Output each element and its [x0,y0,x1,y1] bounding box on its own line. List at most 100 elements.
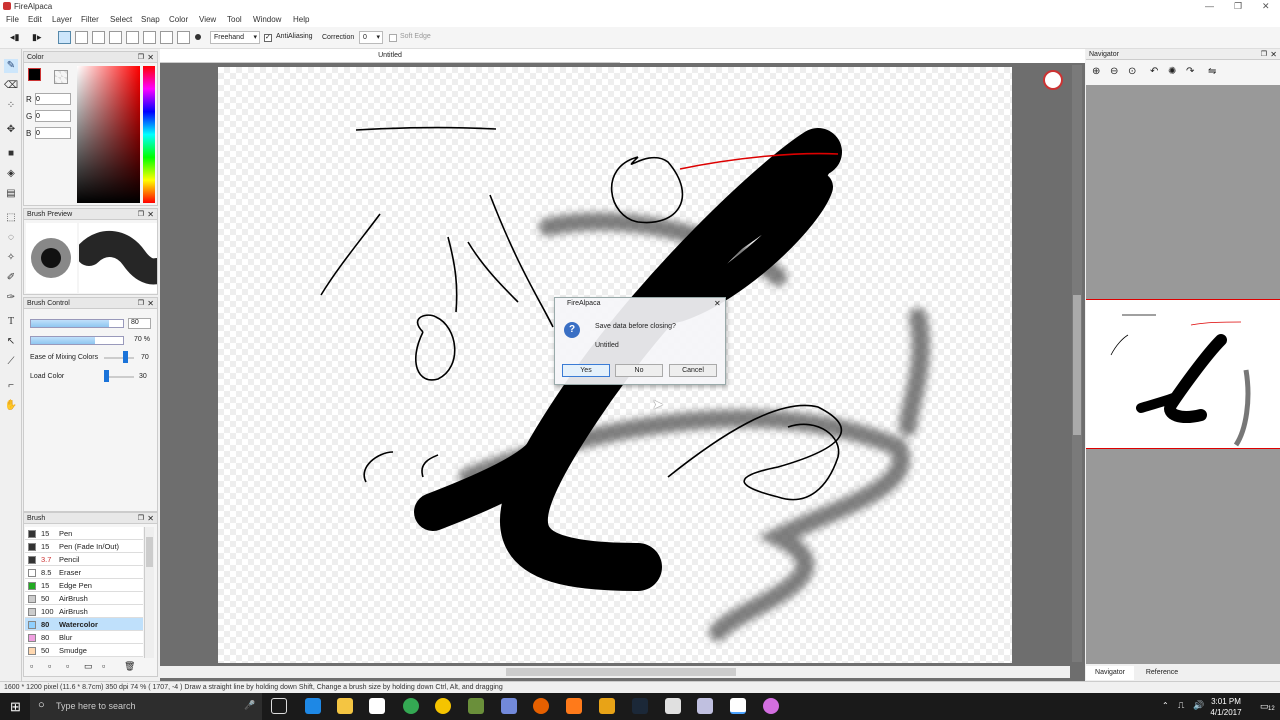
brush-item-airbrush-100[interactable]: 100 AirBrush [25,605,143,618]
brush-item-blur[interactable]: 80 Blur [25,631,143,644]
vertical-scrollbar[interactable] [1072,65,1082,662]
menu-color[interactable]: Color [169,15,188,24]
close-icon[interactable]: ✕ [147,513,154,524]
rotate-left-icon[interactable]: ↶ [1150,66,1158,77]
firefox-icon[interactable] [533,698,549,714]
g-input[interactable] [35,110,71,122]
menu-tool[interactable]: Tool [227,15,242,24]
close-icon[interactable]: ✕ [1270,49,1277,60]
clock-time[interactable]: 3:01 PM [1206,697,1246,706]
notepad-icon[interactable] [665,698,681,714]
flip-icon[interactable]: ⇋ [1208,66,1216,77]
restore-icon[interactable]: ❐ [138,298,144,309]
menu-help[interactable]: Help [293,15,309,24]
paint-icon[interactable] [697,698,713,714]
brush-item-pencil[interactable]: 3.7 Pencil [25,553,143,566]
b-input[interactable] [35,127,71,139]
dialog-close-button[interactable]: ✕ [714,299,721,308]
firealpaca-taskbar-icon[interactable] [730,698,746,714]
brush-shape-square-icon[interactable] [58,31,71,44]
brush-item-airbrush-50[interactable]: 50 AirBrush [25,592,143,605]
vlc-icon[interactable] [599,698,615,714]
tab-navigator[interactable]: Navigator [1086,666,1134,680]
tab-reference[interactable]: Reference [1138,666,1186,680]
brush-tool-icon[interactable]: ✎ [4,59,18,73]
brush-item-edge-pen[interactable]: 15 Edge Pen [25,579,143,592]
search-box[interactable]: ○ Type here to search 🎤 [30,693,262,720]
brush-shape-grid-icon[interactable] [92,31,105,44]
maximize-button[interactable]: ❐ [1234,1,1242,12]
menu-select[interactable]: Select [110,15,132,24]
volume-icon[interactable]: 🔊 [1193,700,1204,711]
brush-item-pen[interactable]: 15 Pen [25,527,143,540]
lasso-tool-icon[interactable]: ◌ [4,231,18,245]
minimize-button[interactable]: — [1205,1,1214,11]
restore-icon[interactable]: ❐ [138,209,144,220]
task-view-icon[interactable] [271,698,287,714]
close-icon[interactable]: ✕ [147,209,154,220]
bucket-tool-icon[interactable]: ◈ [4,167,18,181]
eyedropper-tool-icon[interactable]: ⌐ [4,379,18,393]
brush-item-smudge[interactable]: 50 Smudge [25,644,143,657]
edge-browser-icon[interactable] [305,698,321,714]
r-input[interactable] [35,93,71,105]
menu-window[interactable]: Window [253,15,281,24]
no-button[interactable]: No [615,364,663,377]
transparent-color-swatch[interactable] [54,70,68,84]
next-icon[interactable]: ▮▸ [32,32,41,43]
new-brush-icon[interactable]: ▫ [30,661,33,671]
horizontal-scrollbar[interactable] [160,666,1070,678]
operation-tool-icon[interactable]: ↖ [4,335,18,349]
brush-shape-wave-icon[interactable] [126,31,139,44]
zoom-in-icon[interactable]: ⊕ [1092,66,1100,77]
magic-wand-tool-icon[interactable]: ✧ [4,251,18,265]
folder-icon[interactable]: ▭ [84,661,93,672]
close-icon[interactable]: ✕ [147,52,154,63]
store-icon[interactable] [369,698,385,714]
brush-size-slider[interactable] [30,319,124,328]
yes-button[interactable]: Yes [562,364,610,377]
minecraft-icon[interactable] [468,698,484,714]
brush-list-scrollbar[interactable] [144,527,154,658]
tray-arrow-icon[interactable]: ⌃ [1162,701,1169,710]
hand-tool-icon[interactable]: ✋ [4,399,18,413]
rotate-right-icon[interactable]: ↷ [1186,66,1194,77]
brush-shape-lines-icon[interactable] [75,31,88,44]
clock-date[interactable]: 4/1/2017 [1206,708,1246,717]
select-eraser-tool-icon[interactable]: ✑ [4,291,18,305]
brush-shape-curve-icon[interactable] [160,31,173,44]
discord-icon[interactable] [501,698,517,714]
brush-item-eraser[interactable]: 8.5 Eraser [25,566,143,579]
trash-icon[interactable]: 🗑 [124,661,135,672]
gradient-tool-icon[interactable]: ▤ [4,187,18,201]
file-explorer-icon[interactable] [337,698,353,714]
windows-start-icon[interactable]: ⊞ [10,699,21,715]
select-pen-tool-icon[interactable]: ✐ [4,271,18,285]
soft-edge-checkbox[interactable] [389,34,397,42]
brush-shape-angle-icon[interactable] [177,31,190,44]
brush-shape-diagonal-icon[interactable] [109,31,122,44]
rotate-reset-icon[interactable]: ✺ [1168,66,1176,77]
fill-tool-icon[interactable]: ■ [4,147,18,161]
steam-icon[interactable] [632,698,648,714]
chrome-icon[interactable] [403,698,419,714]
menu-file[interactable]: File [6,15,19,24]
load-color-slider-thumb[interactable] [104,370,109,382]
divide-tool-icon[interactable]: ⟋ [4,355,18,369]
opacity-slider[interactable] [30,336,124,345]
document-tab[interactable]: Untitled [160,49,620,63]
brush-item-watercolor[interactable]: 80 Watercolor [25,618,143,631]
move-tool-icon[interactable]: ✥ [4,123,18,137]
primary-color-swatch[interactable] [28,68,41,81]
app-taskbar-icon[interactable] [763,698,779,714]
antialiasing-checkbox[interactable]: ✓ [264,34,272,42]
select-tool-icon[interactable]: ⬚ [4,211,18,225]
menu-snap[interactable]: Snap [141,15,160,24]
brush-copy-icon[interactable]: ▫ [66,661,69,671]
prev-icon[interactable]: ◂▮ [10,32,19,43]
restore-icon[interactable]: ❐ [138,513,144,524]
menu-view[interactable]: View [199,15,216,24]
network-icon[interactable]: ⎍ [1178,700,1184,711]
brush-shape-circle-icon[interactable] [143,31,156,44]
norton-icon[interactable] [435,698,451,714]
